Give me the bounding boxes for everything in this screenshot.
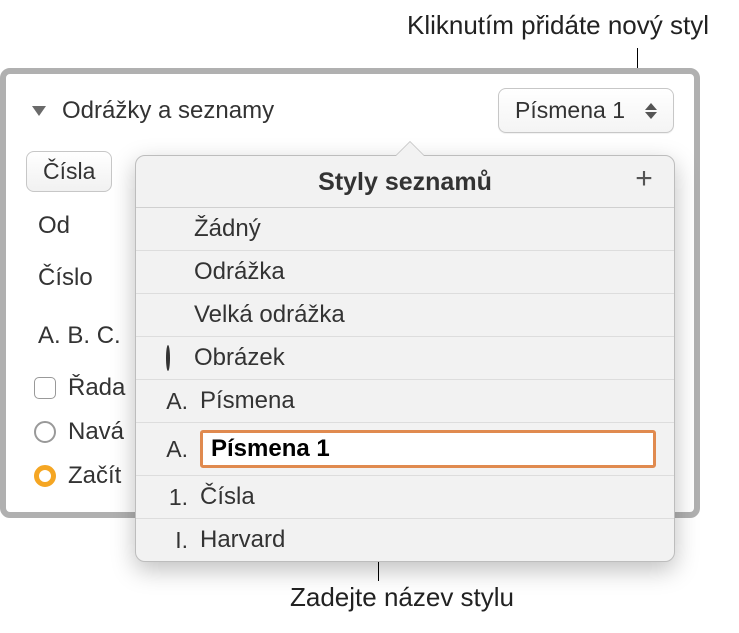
style-item-big-bullet[interactable]: Velká odrážka	[136, 294, 674, 337]
add-style-button[interactable]: +	[628, 164, 660, 196]
list-styles-popover: Styly seznamů + Žádný Odrážka Velká odrá…	[135, 155, 675, 562]
style-label: Obrázek	[194, 344, 285, 372]
style-label: Velká odrážka	[194, 301, 345, 329]
chevron-updown-icon	[645, 103, 657, 119]
style-name-edit-wrap	[200, 430, 656, 468]
popover-title-text: Styly seznamů	[318, 168, 492, 196]
bullet-letter-icon: A.	[154, 388, 188, 415]
callout-add-style: Kliknutím přidáte nový styl	[407, 10, 709, 41]
style-item-letters[interactable]: A. Písmena	[136, 380, 674, 423]
style-item-image[interactable]: Obrázek	[136, 337, 674, 380]
style-name-input[interactable]	[211, 435, 645, 463]
style-item-numbers[interactable]: 1. Čísla	[136, 476, 674, 519]
style-item-harvard[interactable]: I. Harvard	[136, 519, 674, 561]
dropdown-value: Písmena 1	[515, 97, 625, 124]
bullet-roman-icon: I.	[154, 527, 188, 554]
radio-selected-icon[interactable]	[34, 465, 56, 487]
list-style-dropdown[interactable]: Písmena 1	[498, 88, 674, 133]
option-label: Navá	[68, 418, 124, 446]
style-label: Odrážka	[194, 258, 285, 286]
option-label: Začít	[68, 462, 121, 490]
disclosure-triangle-icon[interactable]	[32, 106, 46, 116]
style-label: Harvard	[200, 526, 285, 554]
style-label: Žádný	[194, 215, 261, 243]
radio-icon[interactable]	[34, 421, 56, 443]
bullet-image-icon	[154, 347, 182, 370]
style-item-none[interactable]: Žádný	[136, 208, 674, 251]
bullet-number-icon: 1.	[154, 484, 188, 511]
style-label: Čísla	[200, 483, 255, 511]
checkbox-icon[interactable]	[34, 377, 56, 399]
callout-type-name: Zadejte název stylu	[290, 582, 514, 613]
style-list: Žádný Odrážka Velká odrážka Obrázek A. P…	[136, 208, 674, 561]
bullet-letter-icon: A.	[154, 436, 188, 463]
bullets-lists-row: Odrážky a seznamy Písmena 1	[26, 88, 674, 133]
popover-title: Styly seznamů +	[136, 156, 674, 208]
style-label: Písmena	[200, 387, 295, 415]
style-item-letters-1-editing[interactable]: A.	[136, 423, 674, 476]
numbers-chip[interactable]: Čísla	[26, 151, 112, 192]
bullets-lists-label: Odrážky a seznamy	[62, 97, 274, 125]
option-label: Řada	[68, 374, 125, 402]
style-item-bullet[interactable]: Odrážka	[136, 251, 674, 294]
